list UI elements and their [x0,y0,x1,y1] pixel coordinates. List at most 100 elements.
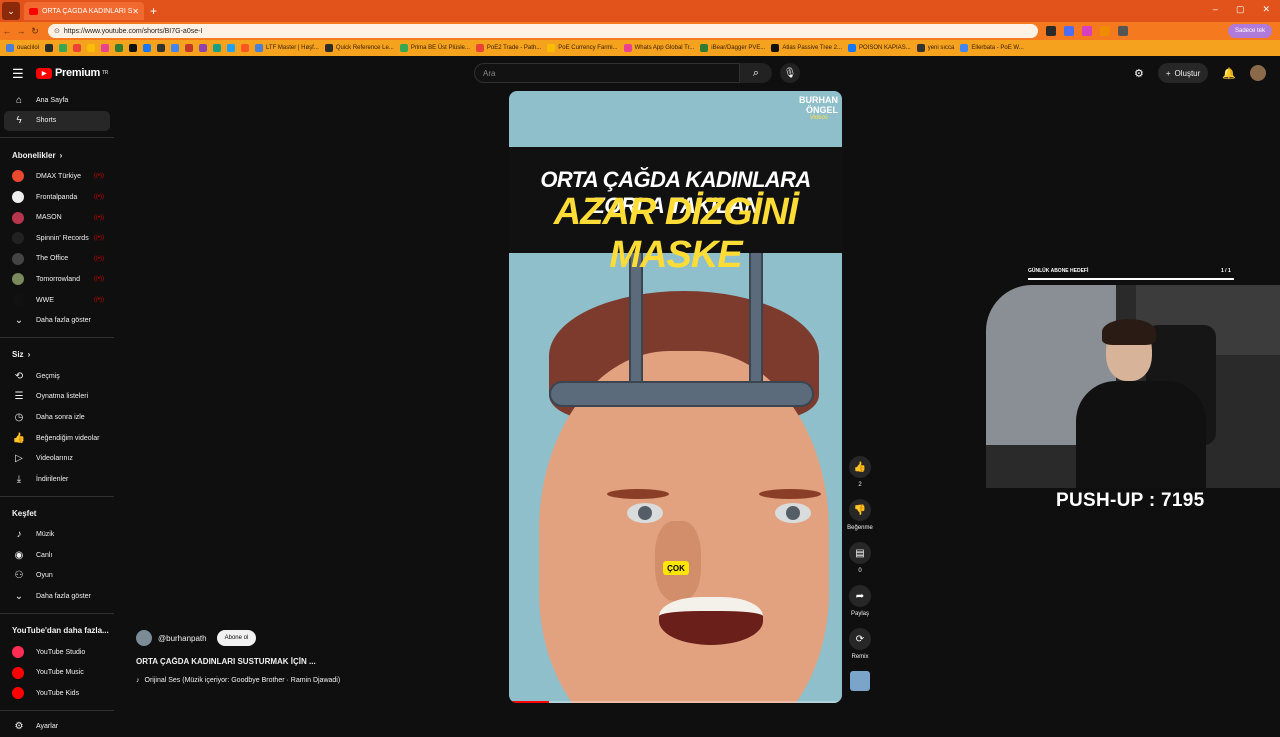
search-input[interactable]: Ara [474,63,740,83]
bookmark-item[interactable]: PoE Currency Farmi... [547,44,618,52]
browser-tab[interactable]: ORTA ÇAĞDA KADINLARI SU ✕ [24,2,144,20]
sidebar-subscription[interactable]: MASON ((•)) [0,207,118,228]
youtube-play-icon: ▶ [36,67,52,79]
back-icon[interactable]: ← [0,26,14,36]
bookmark-item[interactable]: ouaclılol [6,44,39,52]
minimize-icon[interactable]: – [1213,4,1218,15]
bookmark-item[interactable] [87,44,96,52]
subscriptions-header[interactable]: Abonelikler › [0,144,118,166]
bookmark-item[interactable]: Atlas Passive Tree 2... [771,44,842,52]
sidebar-youtube-app[interactable]: YouTube Music [0,662,118,683]
bookmark-item[interactable] [73,44,82,52]
channel-name[interactable]: @burhanpath [158,634,207,643]
sidebar-item-you-1[interactable]: ☰ Oynatma listeleri [0,387,118,408]
shorts-player[interactable]: ORTA ÇAĞDA KADINLARA ZORLA TAKILAN AZAR … [509,91,842,703]
sidebar-item-shorts[interactable]: ϟ Shorts [4,110,110,132]
voice-search-button[interactable]: 🎙 [780,63,800,83]
reload-icon[interactable]: ↻ [28,26,42,37]
sidebar-item-you-3[interactable]: 👍 Beğendiğim videolar [0,428,118,449]
explore-header[interactable]: Keşfet [0,503,118,525]
sidebar-item-explore-0[interactable]: ♪ Müzik [0,525,118,546]
live-indicator-icon: ((•)) [93,214,104,221]
youtube-masthead: ☰ ▶ Premium TR Ara ⌕ 🎙 ⚙ + Oluştur 🔔 [0,58,1280,88]
sidebar-item-you-0[interactable]: ⟲ Geçmiş [0,366,118,387]
menu-icon[interactable]: ☰ [12,66,24,82]
bookmark-item[interactable] [101,44,110,52]
channel-avatar[interactable] [136,630,152,646]
bookmark-item[interactable] [115,44,124,52]
sound-thumbnail[interactable] [850,671,870,691]
bookmark-item[interactable]: yeni sıcca [916,44,954,52]
share-button[interactable]: ➦ Paylaş [848,585,872,617]
tab-search-button[interactable]: ⌄ [2,2,20,20]
new-tab-button[interactable]: + [150,4,157,18]
maximize-icon[interactable]: ▢ [1236,4,1245,15]
sidebar-subscription[interactable]: The Office ((•)) [0,249,118,270]
bookmark-item[interactable]: Ellerbata - PoE W... [960,44,1024,52]
bookmark-item[interactable] [185,44,194,52]
cast-icon[interactable]: ⚙ [1134,67,1144,80]
you-header[interactable]: Siz › [0,344,118,366]
bookmark-item[interactable] [157,44,166,52]
sidebar-subscription[interactable]: Tomorrowland ((•)) [0,269,118,290]
channel-avatar [12,191,24,204]
extension-icon[interactable] [1082,26,1092,36]
sidebar-item-you-2[interactable]: ◷ Daha sonra izle [0,407,118,428]
youtube-premium-logo[interactable]: ▶ Premium TR [36,67,108,79]
account-avatar[interactable] [1250,65,1266,81]
bookmark-item[interactable] [171,44,180,52]
forward-icon[interactable]: → [14,26,28,36]
close-tab-icon[interactable]: ✕ [132,7,139,16]
bookmark-item[interactable]: LTF Master | Høşf... [255,44,319,52]
bookmark-item[interactable] [143,44,152,52]
sound-link[interactable]: ♪ Orijinal Ses (Müzik içeriyor: Goodbye … [136,677,376,684]
like-button[interactable]: 👍 2 [848,456,872,488]
sidebar-subscription[interactable]: Frontalpanda ((•)) [0,187,118,208]
sidebar-youtube-app[interactable]: YouTube Kids [0,683,118,704]
remix-button[interactable]: ⟳ Remix [848,628,872,660]
video-progress-bar[interactable] [509,701,842,703]
bookmark-item[interactable] [199,44,208,52]
address-bar[interactable]: ⊙ https://www.youtube.com/shorts/BI7G-a0… [48,24,1038,38]
extension-icon[interactable] [1118,26,1128,36]
sidebar-subscription[interactable]: DMAX Türkiye ((•)) [0,166,118,187]
sidebar-item-explore-2[interactable]: ⚇ Oyun [0,566,118,587]
notifications-icon[interactable]: 🔔 [1222,67,1236,80]
browser-profile-button[interactable]: Sadece tek [1228,24,1272,38]
bookmark-item[interactable] [213,44,222,52]
bookmark-item[interactable]: Whats App Global Tr... [623,44,694,52]
youtube-app-icon [12,646,24,659]
bookmark-item[interactable]: PoE2 Trade - Path... [475,44,541,52]
bookmark-item[interactable]: Prima BE Üst Plüsle... [399,44,470,52]
site-info-icon[interactable]: ⊙ [54,27,60,35]
bookmark-item[interactable] [59,44,68,52]
bookmark-item[interactable] [227,44,236,52]
bookmark-item[interactable]: iBear/Dagger PVE... [700,44,765,52]
bookmark-item[interactable] [241,44,250,52]
subscribe-button[interactable]: Abone ol [216,630,257,646]
bookmark-favicon-icon [171,44,180,52]
bookmark-item[interactable] [45,44,54,52]
bookmark-item[interactable] [129,44,138,52]
sidebar-item-you-4[interactable]: ▷ Videolarınız [0,448,118,469]
create-button[interactable]: + Oluştur [1157,63,1209,83]
extension-icon[interactable] [1100,26,1110,36]
sidebar-item-explore-1[interactable]: ◉ Canlı [0,545,118,566]
sidebar-youtube-app[interactable]: YouTube Studio [0,642,118,663]
comments-button[interactable]: ▤ 0 [848,542,872,574]
short-title[interactable]: ORTA ÇAĞDA KADINLARI SUSTURMAK İÇİN ... [136,657,376,666]
extension-icon[interactable] [1064,26,1074,36]
sidebar-item-show-more[interactable]: ⌄ Daha fazla göster [0,310,118,331]
dislike-button[interactable]: 👎 Beğenme [847,499,873,531]
sidebar-item-home[interactable]: ⌂ Ana Sayfa [0,90,118,111]
window-close-icon[interactable]: ✕ [1262,4,1270,15]
sidebar-item-explore-3[interactable]: ⌄ Daha fazla göster [0,586,118,607]
bookmark-item[interactable]: Quick Reference Le... [324,44,394,52]
extension-icon[interactable] [1046,26,1056,36]
sidebar-subscription[interactable]: Spinnin' Records ((•)) [0,228,118,249]
search-button[interactable]: ⌕ [740,63,772,83]
bookmark-item[interactable]: POISON KAPIAS... [848,44,911,52]
sidebar-item-you-5[interactable]: ⤓ İndirilenler [0,469,118,490]
sidebar-subscription[interactable]: WWE ((•)) [0,290,118,311]
more-from-youtube-header[interactable]: YouTube'dan daha fazla... [0,620,118,642]
